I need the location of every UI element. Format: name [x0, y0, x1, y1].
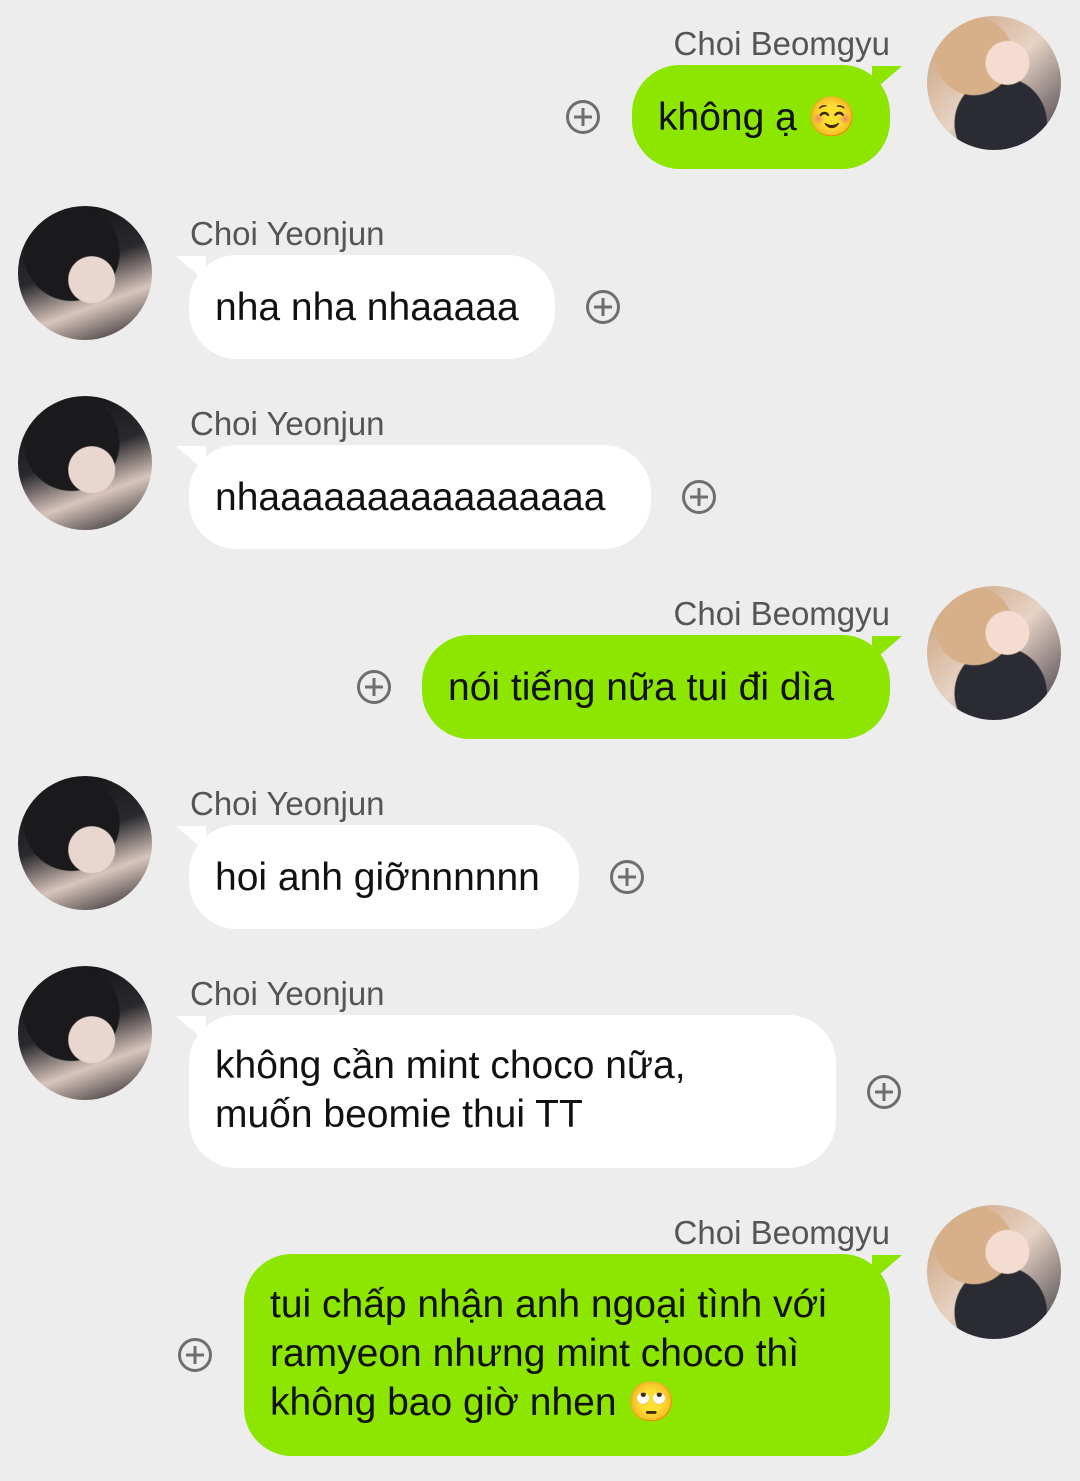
message-text: không cần mint choco nữa, muốn beomie th… — [215, 1044, 686, 1136]
sender-name: Choi Beomgyu — [673, 1214, 890, 1251]
sender-name: Choi Yeonjun — [190, 785, 385, 822]
avatar-yeonjun[interactable] — [18, 776, 152, 910]
plus-circle-icon[interactable] — [566, 100, 600, 134]
message-text: nhaaaaaaaaaaaaaaaa — [215, 475, 606, 519]
plus-circle-icon[interactable] — [682, 480, 716, 514]
message-bubble[interactable]: không ạ ☺️ — [632, 65, 890, 169]
message-bubble[interactable]: nhaaaaaaaaaaaaaaaa — [189, 445, 651, 549]
message-bubble[interactable]: nói tiếng nữa tui đi dìa — [422, 635, 890, 739]
message-bubble[interactable]: hoi anh giỡnnnnnn — [189, 825, 579, 929]
avatar-beomgyu[interactable] — [927, 1205, 1061, 1339]
message-bubble[interactable]: tui chấp nhận anh ngoại tình với ramyeon… — [244, 1254, 890, 1456]
sender-name: Choi Yeonjun — [190, 405, 385, 442]
avatar-yeonjun[interactable] — [18, 206, 152, 340]
sender-name: Choi Beomgyu — [673, 595, 890, 632]
sender-name: Choi Yeonjun — [190, 975, 385, 1012]
plus-circle-icon[interactable] — [357, 670, 391, 704]
sender-name: Choi Yeonjun — [190, 215, 385, 252]
message-bubble[interactable]: nha nha nhaaaaa — [189, 255, 555, 359]
message-text: tui chấp nhận anh ngoại tình với ramyeon… — [270, 1283, 827, 1424]
avatar-yeonjun[interactable] — [18, 396, 152, 530]
plus-circle-icon[interactable] — [178, 1338, 212, 1372]
avatar-beomgyu[interactable] — [927, 16, 1061, 150]
message-text: nói tiếng nữa tui đi dìa — [448, 665, 835, 709]
plus-circle-icon[interactable] — [867, 1075, 901, 1109]
plus-circle-icon[interactable] — [586, 290, 620, 324]
message-text: nha nha nhaaaaa — [215, 285, 519, 329]
message-bubble[interactable]: không cần mint choco nữa, muốn beomie th… — [189, 1015, 836, 1168]
avatar-beomgyu[interactable] — [927, 586, 1061, 720]
message-text: hoi anh giỡnnnnnn — [215, 855, 540, 899]
plus-circle-icon[interactable] — [610, 860, 644, 894]
sender-name: Choi Beomgyu — [673, 25, 890, 62]
avatar-yeonjun[interactable] — [18, 966, 152, 1100]
message-text: không ạ ☺️ — [658, 95, 857, 139]
